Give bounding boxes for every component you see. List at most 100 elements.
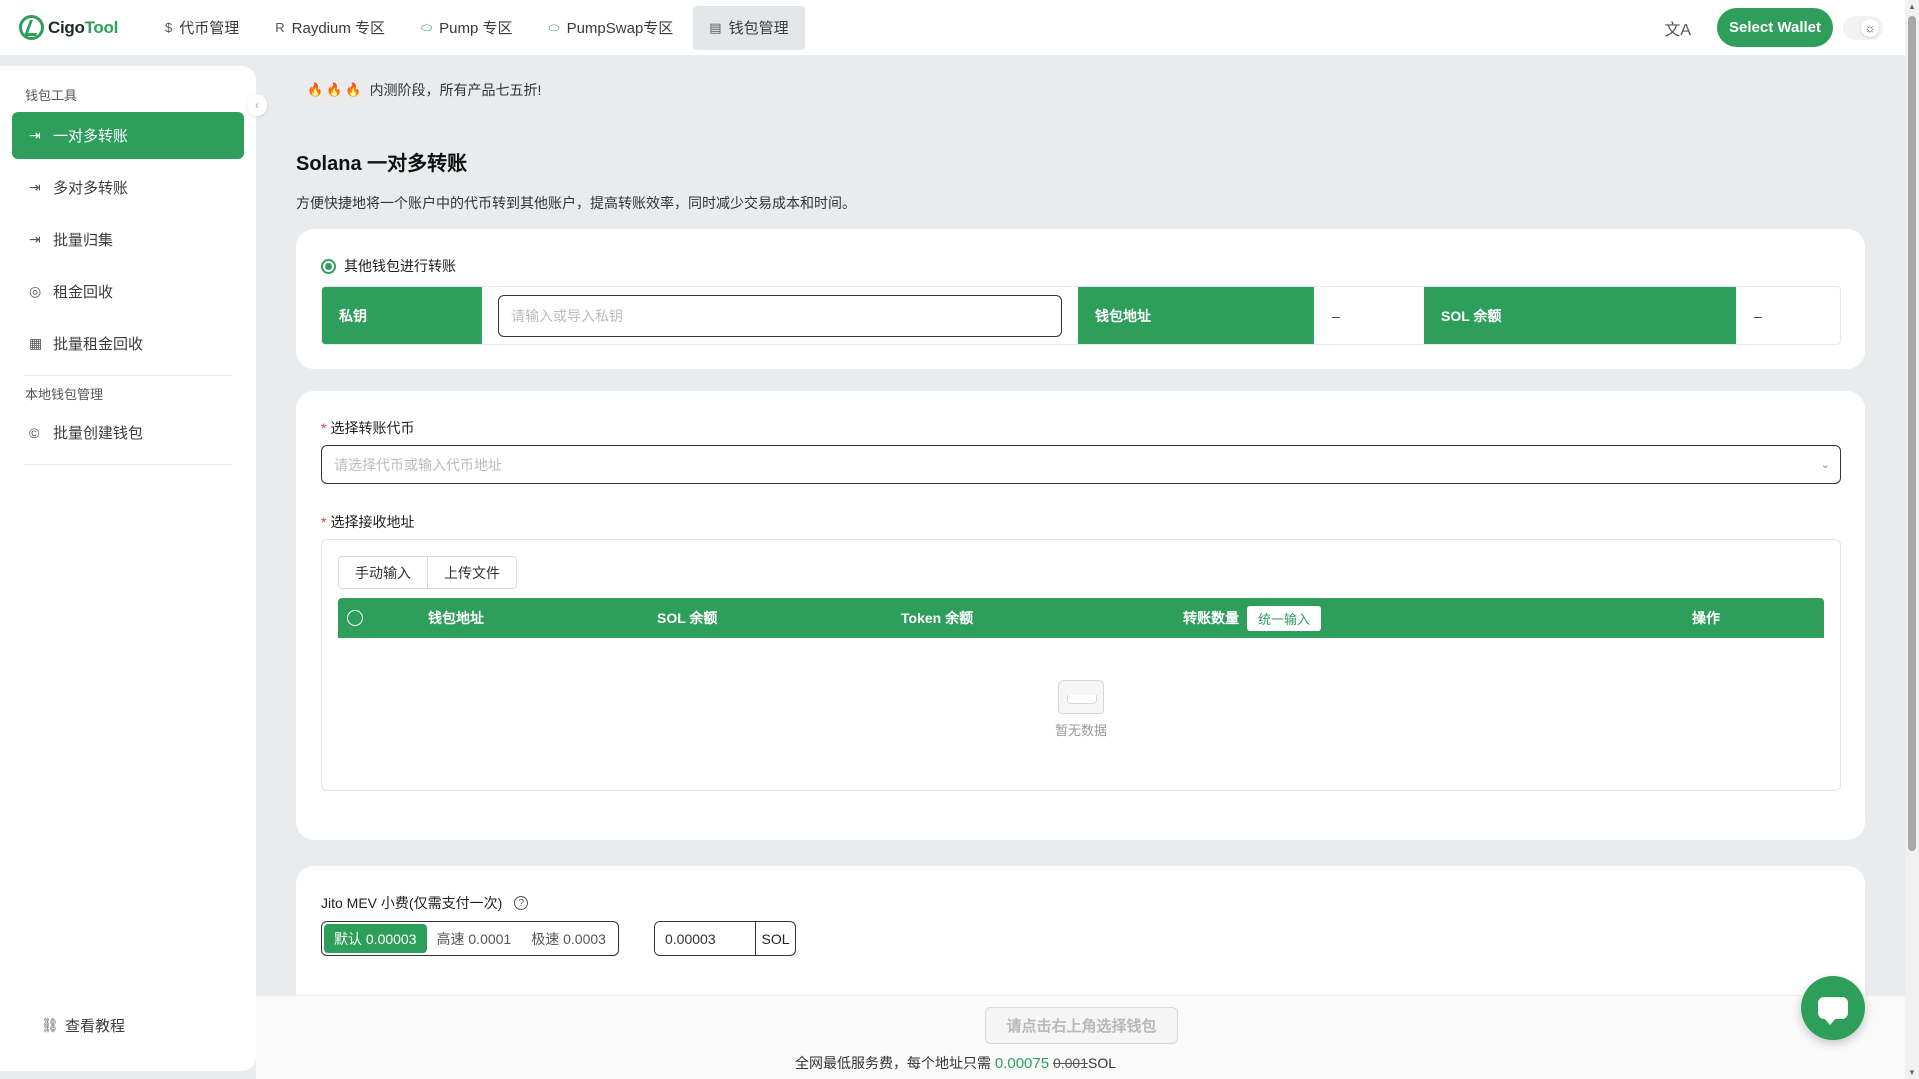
copyright-icon: © [29,424,40,441]
wallet-card: 其他钱包进行转账 私钥 钱包地址 – SOL 余额 – [296,229,1865,369]
select-all-checkbox[interactable] [347,610,363,626]
col-wallet-address: 钱包地址 [428,610,484,626]
transfer-card: * 选择转账代币 请选择代币或输入代币地址 ⌄ * 选择接收地址 手动输入 上传文件… [296,391,1865,840]
col-token-balance: Token 余额 [901,610,974,626]
col-sol-balance: SOL 余额 [657,610,718,626]
nav-token-management[interactable]: $ 代币管理 [149,6,255,50]
theme-toggle[interactable]: ☼ [1843,15,1883,40]
sidebar-item-label: 批量租金回收 [53,336,144,353]
sidebar-item-label: 批量归集 [53,232,114,249]
fee-option-turbo[interactable]: 极速 0.0003 [521,924,616,953]
tab-upload-file[interactable]: 上传文件 [427,557,516,588]
col-amount: 转账数量 统一输入 [1183,598,1322,638]
nav-wallet-management[interactable]: ▤ 钱包管理 [693,5,805,50]
sidebar-group-title: 钱包工具 [25,88,78,103]
sidebar-item-one-to-many[interactable]: ⇥ 一对多转账 [12,112,244,159]
nav-pumpswap[interactable]: ⬭ PumpSwap专区 [532,6,689,50]
jito-label-text: Jito MEV 小费(仅需支付一次) [321,895,503,911]
chevron-down-icon: ⌄ [1820,459,1830,471]
logo-text-a: Cigo [48,17,85,37]
sidebar-collapse-button[interactable]: ‹ [247,94,267,116]
translate-icon[interactable]: 文A [1664,16,1691,40]
other-wallet-radio[interactable]: 其他钱包进行转账 [321,256,456,276]
fee-unit: SOL [755,922,795,955]
fee-unit-text: SOL [1088,1055,1117,1071]
raydium-icon: R [275,20,285,35]
sidebar-item-batch-collect[interactable]: ⇥ 批量归集 [12,216,244,263]
sidebar: 钱包工具 ⇥ 一对多转账 ⇥ 多对多转账 ⇥ 批量归集 ◎ 租金回收 ▦ 批量租金回收 本… [0,66,256,1071]
token-select[interactable]: 请选择代币或输入代币地址 ⌄ [321,445,1841,484]
help-icon[interactable]: ? [514,896,529,910]
transfer-icon: ⇥ [29,231,41,247]
scroll-down-icon[interactable]: ▼ [1908,1068,1916,1077]
sol-balance-value: – [1754,307,1762,324]
select-wallet-button[interactable]: Select Wallet [1717,8,1833,47]
wallet-info-row: 私钥 钱包地址 – SOL 余额 – [321,286,1841,345]
transfer-icon: ⇥ [29,127,41,143]
logo-text-b: Tool [84,17,119,37]
sidebar-divider [24,464,232,465]
nav-label: PumpSwap专区 [566,20,674,37]
transfer-icon: ⇥ [29,179,41,195]
sidebar-group-title: 本地钱包管理 [25,387,104,402]
recv-label-text: 选择接收地址 [330,514,415,530]
token-select-placeholder: 请选择代币或输入代币地址 [334,456,502,473]
page-description: 方便快捷地将一个账户中的代币转到其他账户，提高转账效率，同时减少交易成本和时间。 [296,195,856,211]
logo-icon [19,15,44,40]
promo-notice: 🔥 🔥 🔥 内测阶段，所有产品七五折! [307,80,541,100]
private-key-input[interactable] [498,294,1062,337]
nav-label: 代币管理 [179,20,240,37]
fee-option-fast[interactable]: 高速 0.0001 [427,924,522,953]
sun-icon: ☼ [1861,18,1879,37]
nav-raydium[interactable]: R Raydium 专区 [259,6,401,50]
nav-label: Raydium 专区 [291,20,385,37]
token-label-text: 选择转账代币 [330,420,415,436]
input-mode-tabs: 手动输入 上传文件 [338,556,517,589]
col-amount-label: 转账数量 [1183,610,1239,626]
fee-price: 0.00075 [994,1055,1050,1072]
tab-manual-input[interactable]: 手动输入 [339,557,427,588]
notice-text: 内测阶段，所有产品七五折! [369,82,542,98]
coin-icon: ◎ [29,283,42,299]
sidebar-item-label: 批量创建钱包 [53,425,144,442]
scroll-thumb[interactable] [1908,16,1916,851]
radio-icon [321,258,336,274]
sidebar-item-label: 多对多转账 [53,180,129,197]
fire-icon: 🔥 [345,82,362,97]
sidebar-item-tutorial[interactable]: ⛓ 查看教程 [24,1002,125,1049]
pill-icon: ⬭ [548,19,560,35]
page-scrollbar[interactable]: ▲ ▼ [1905,0,1919,1079]
chat-button[interactable] [1801,976,1865,1040]
fire-icon: 🔥 [307,82,324,97]
custom-fee-field: SOL [654,921,796,956]
empty-state: 暂无数据 [322,680,1840,739]
fee-options: 默认 0.00003 高速 0.0001 极速 0.0003 [321,921,619,956]
receive-address-box: 手动输入 上传文件 钱包地址 SOL 余额 Token 余额 转账数量 统一输入… [321,539,1841,791]
scroll-up-icon[interactable]: ▲ [1908,2,1916,11]
submit-button[interactable]: 请点击右上角选择钱包 [985,1007,1178,1044]
main-nav: $ 代币管理 R Raydium 专区 ⬭ Pump 专区 ⬭ PumpSwap专区 ▤… [149,0,809,56]
logo[interactable]: CigoTool [19,15,139,40]
nav-label: Pump 专区 [439,20,513,37]
sidebar-item-rent-recovery[interactable]: ◎ 租金回收 [12,268,244,315]
unify-input-button[interactable]: 统一输入 [1247,605,1322,631]
empty-text: 暂无数据 [1054,723,1107,738]
sidebar-item-batch-rent-recovery[interactable]: ▦ 批量租金回收 [12,320,244,367]
nav-pump[interactable]: ⬭ Pump 专区 [405,6,528,50]
empty-box-icon [1058,680,1104,714]
sidebar-item-many-to-many[interactable]: ⇥ 多对多转账 [12,164,244,211]
link-icon: ⛓ [41,1017,59,1033]
jito-fee-label: Jito MEV 小费(仅需支付一次) ? [321,893,529,913]
fee-option-default[interactable]: 默认 0.00003 [324,924,427,953]
fire-icon: 🔥 [326,82,343,97]
nav-label: 钱包管理 [728,20,789,37]
service-fee-note: 全网最低服务费，每个地址只需 0.00075 0.001SOL [256,1053,1655,1073]
custom-fee-input[interactable] [655,922,755,955]
sidebar-item-label: 租金回收 [53,284,114,301]
sidebar-item-batch-create-wallet[interactable]: © 批量创建钱包 [12,409,244,456]
wallet-address-label: 钱包地址 [1078,287,1314,344]
page-title: Solana 一对多转账 [296,153,468,175]
dollar-icon: $ [165,20,173,35]
pill-icon: ⬭ [421,19,433,35]
bottom-action-bar: 请点击右上角选择钱包 全网最低服务费，每个地址只需 0.00075 0.001S… [256,995,1905,1079]
